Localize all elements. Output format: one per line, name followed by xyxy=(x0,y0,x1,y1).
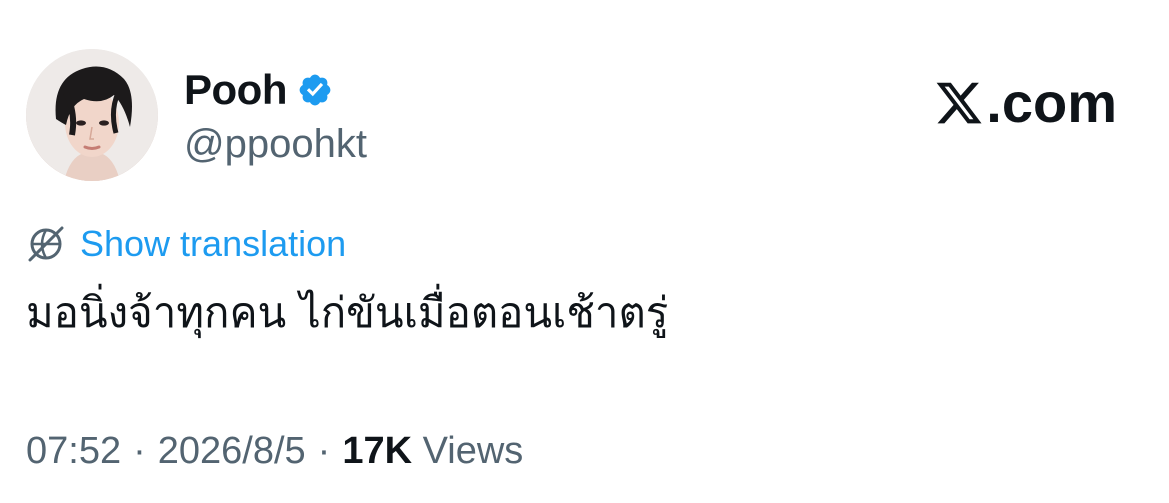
tweet-text: มอนิ่งจ้าทุกคน ไก่ขันเมื่อตอนเช้าตรู่ xyxy=(26,288,669,337)
views-label: Views xyxy=(422,430,524,472)
brand-domain-label: .com xyxy=(986,71,1117,134)
tweet-meta: 07:52 · 2026/8/5 · 17K Views xyxy=(26,430,523,473)
show-translation-link[interactable]: Show translation xyxy=(80,223,346,265)
x-logo-icon xyxy=(936,82,982,123)
brand-logo: .com xyxy=(934,70,1117,135)
tweet-time[interactable]: 07:52 xyxy=(26,430,121,473)
avatar-image xyxy=(26,49,158,181)
meta-separator: · xyxy=(133,430,146,472)
author-handle[interactable]: @ppoohkt xyxy=(184,122,367,167)
author-name-row: Pooh xyxy=(184,66,333,114)
globe-icon xyxy=(28,226,64,262)
verified-badge-icon xyxy=(299,74,331,106)
meta-separator: · xyxy=(317,430,331,472)
tweet-date[interactable]: 2026/8/5 xyxy=(158,430,306,473)
views-count: 17K xyxy=(342,430,413,472)
translation-row: Show translation xyxy=(26,223,346,265)
avatar[interactable] xyxy=(26,49,158,181)
display-name[interactable]: Pooh xyxy=(184,66,287,114)
